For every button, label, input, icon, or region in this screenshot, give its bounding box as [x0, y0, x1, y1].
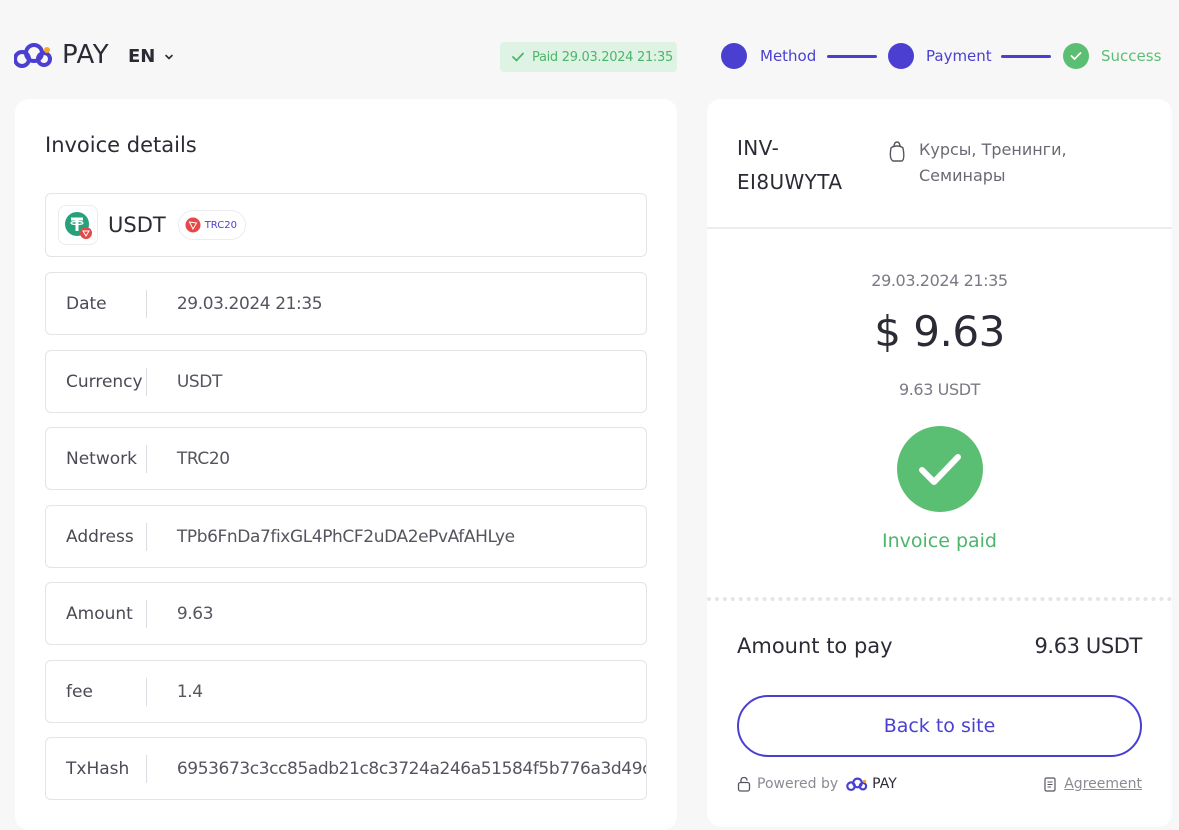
invoice-id: INV-EI8UWYTA: [737, 136, 843, 194]
detail-row-currency: Currency USDT: [45, 350, 647, 413]
step-connector: [1001, 55, 1051, 58]
txhash-value[interactable]: 6953673c3cc85adb21c8c3724a246a51584f5b77…: [147, 759, 646, 779]
detail-label: Amount: [46, 599, 147, 628]
step-success-dot: [1063, 43, 1089, 69]
step-method-dot: [721, 43, 747, 69]
paid-badge-text: Paid 29.03.2024 21:35: [532, 49, 673, 65]
amount-to-pay-label: Amount to pay: [737, 634, 893, 658]
detail-row-fee: fee 1.4: [45, 660, 647, 723]
powered-by-brand: PAY: [872, 776, 897, 792]
network-pill: TRC20: [177, 210, 246, 240]
language-label: EN: [128, 46, 156, 67]
dotted-divider: [707, 597, 1172, 601]
cloud-logo-icon: [846, 777, 868, 791]
detail-label: Network: [46, 444, 147, 473]
category-text: Курсы, Тренинги, Семинары: [919, 140, 1067, 185]
wallet-address-value[interactable]: TPb6FnDa7fixGL4PhCF2uDA2ePvAfAHLye: [147, 527, 646, 547]
detail-value: 1.4: [176, 681, 203, 702]
language-selector[interactable]: EN: [128, 46, 174, 67]
invoice-details-card: Invoice details USDT TRC20 Date 29.03.20…: [15, 99, 677, 830]
progress-stepper: Method Payment Success: [721, 43, 1161, 69]
step-success-label: Success: [1101, 47, 1162, 65]
powered-by: Powered by PAY: [737, 776, 897, 792]
shopping-bag-icon: [889, 141, 905, 162]
amount-to-pay-value: 9.63 USDT: [1034, 634, 1142, 658]
detail-value: TRC20: [176, 448, 230, 469]
detail-row-network: Network TRC20: [45, 427, 647, 490]
invoice-category: Курсы, Тренинги, Семинары: [887, 137, 1089, 189]
detail-label: fee: [46, 677, 147, 706]
detail-label: Address: [46, 522, 147, 551]
header-divider: [707, 227, 1172, 229]
payment-summary-card: INV-EI8UWYTA Курсы, Тренинги, Семинары 2…: [707, 99, 1172, 827]
step-payment-label: Payment: [926, 47, 992, 65]
back-to-site-button[interactable]: Back to site: [737, 695, 1142, 757]
detail-value: 29.03.2024 21:35: [176, 293, 323, 314]
detail-row-address[interactable]: Address TPb6FnDa7fixGL4PhCF2uDA2ePvAfAHL…: [45, 505, 647, 568]
paid-status-badge: Paid 29.03.2024 21:35: [500, 42, 677, 72]
detail-label: Currency: [46, 367, 147, 396]
brand-logo: PAY: [14, 40, 109, 70]
detail-value: USDT: [176, 371, 223, 392]
step-connector: [827, 55, 877, 58]
amount-crypto: 9.63 USDT: [898, 380, 981, 399]
detail-row-amount: Amount 9.63: [45, 582, 647, 645]
detail-row-date: Date 29.03.2024 21:35: [45, 272, 647, 335]
amount-usd: $ 9.63: [874, 307, 1005, 356]
network-pill-label: TRC20: [204, 219, 237, 231]
coin-summary: USDT TRC20: [45, 193, 647, 257]
success-check-icon: [897, 426, 983, 512]
invoice-details-title: Invoice details: [45, 133, 197, 157]
detail-value: 9.63: [176, 603, 214, 624]
cloud-logo-icon: [14, 43, 52, 68]
invoice-status: Invoice paid: [881, 530, 997, 552]
check-icon: [512, 52, 524, 62]
payment-date: 29.03.2024 21:35: [871, 271, 1008, 290]
step-payment-dot: [888, 43, 914, 69]
coin-name: USDT: [108, 213, 166, 237]
agreement: Agreement: [1044, 776, 1142, 792]
lock-icon: [737, 776, 751, 792]
check-icon: [1070, 52, 1082, 61]
step-method-label: Method: [760, 47, 817, 65]
document-icon: [1044, 776, 1056, 792]
agreement-link[interactable]: Agreement: [1064, 776, 1142, 792]
chevron-down-icon: [165, 54, 174, 60]
detail-label: TxHash: [46, 754, 147, 783]
detail-label: Date: [46, 289, 147, 318]
brand-name: PAY: [62, 40, 110, 70]
tron-icon: [185, 217, 201, 233]
detail-row-txhash[interactable]: TxHash 6953673c3cc85adb21c8c3724a246a515…: [45, 737, 647, 800]
powered-by-label: Powered by: [757, 776, 839, 792]
usdt-icon: [58, 205, 98, 245]
